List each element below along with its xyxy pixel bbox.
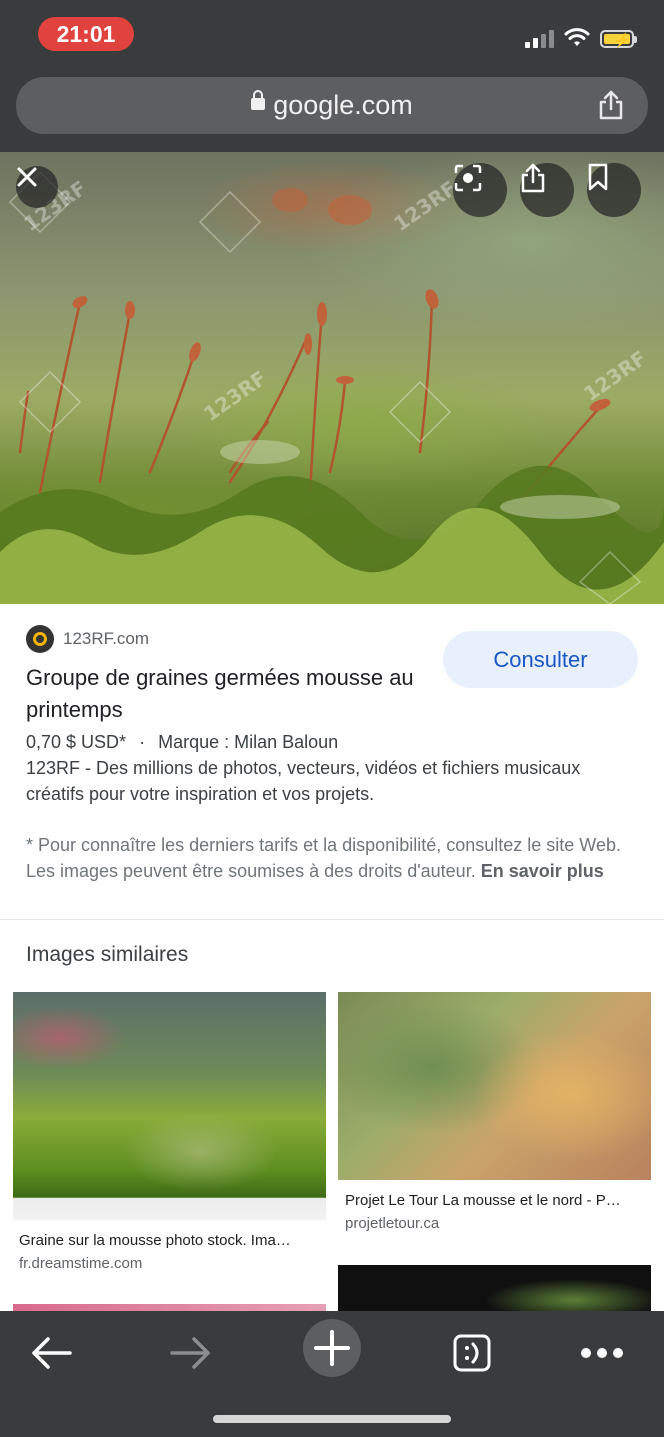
result-description: 123RF - Des millions de photos, vecteurs… xyxy=(26,758,581,804)
similar-image-card[interactable]: Graine sur la mousse photo stock. Ima… f… xyxy=(13,992,326,1272)
similar-image-domain: fr.dreamstime.com xyxy=(19,1255,143,1272)
similar-image-caption: Projet Le Tour La mousse et le nord - P… xyxy=(345,1192,621,1209)
close-button[interactable] xyxy=(16,166,58,208)
tab-switcher-button[interactable] xyxy=(442,1323,502,1383)
source-logo-icon xyxy=(26,625,54,653)
battery-icon: ⚡ xyxy=(600,30,637,48)
bottom-toolbar xyxy=(0,1311,664,1437)
share-icon[interactable] xyxy=(596,89,626,121)
forward-arrow-icon xyxy=(170,1337,210,1369)
tab-switcher-icon xyxy=(453,1334,491,1372)
result-title[interactable]: Groupe de graines germées mousse au prin… xyxy=(26,662,426,726)
learn-more-link[interactable]: En savoir plus xyxy=(481,861,604,881)
bookmark-icon xyxy=(588,163,608,191)
disclaimer: * Pour connaître les derniers tarifs et … xyxy=(26,832,636,884)
moss-sprouts-illustration: 123RF 123RF 123RF 123RF xyxy=(0,170,664,604)
svg-text:123RF: 123RF xyxy=(389,176,461,236)
similar-image-thumbnail[interactable] xyxy=(338,992,651,1180)
bookmark-button[interactable] xyxy=(587,163,641,217)
url-bar[interactable]: google.com xyxy=(16,77,648,134)
svg-text:123RF: 123RF xyxy=(579,346,651,406)
lens-button[interactable] xyxy=(453,163,507,217)
similar-image-domain: projetletour.ca xyxy=(345,1215,440,1232)
consult-button[interactable]: Consulter xyxy=(443,631,638,688)
result-meta: 0,70 $ USD* · Marque : Milan Baloun xyxy=(26,730,338,754)
back-arrow-icon xyxy=(32,1337,72,1369)
back-button[interactable] xyxy=(21,1323,81,1383)
top-chrome: 21:01 ⚡ google.com xyxy=(0,0,664,152)
more-menu-icon xyxy=(581,1348,623,1358)
more-menu-button[interactable] xyxy=(572,1323,632,1383)
forward-button[interactable] xyxy=(161,1323,221,1383)
status-icons: ⚡ xyxy=(525,28,637,48)
similar-image-card[interactable]: Projet Le Tour La mousse et le nord - P…… xyxy=(338,992,651,1232)
url-text: google.com xyxy=(273,90,413,120)
new-tab-button[interactable] xyxy=(303,1319,361,1377)
price: 0,70 $ USD* xyxy=(26,732,127,752)
wifi-icon xyxy=(564,28,590,46)
home-indicator[interactable] xyxy=(213,1415,451,1423)
status-time: 21:01 xyxy=(38,17,134,51)
share-button[interactable] xyxy=(520,163,574,217)
hero-image[interactable]: 123RF 123RF 123RF 123RF xyxy=(0,152,664,604)
source-name: 123RF.com xyxy=(63,629,149,648)
meta-separator: · xyxy=(139,732,146,752)
share-icon xyxy=(521,163,545,193)
similar-images-heading: Images similaires xyxy=(26,943,189,966)
new-tab-plus-icon xyxy=(314,1330,350,1366)
brand: Marque : Milan Baloun xyxy=(158,732,339,752)
lock-icon xyxy=(251,89,266,110)
close-icon xyxy=(17,167,37,187)
similar-image-thumbnail[interactable] xyxy=(13,992,326,1220)
svg-text:123RF: 123RF xyxy=(199,366,271,426)
similar-image-caption: Graine sur la mousse photo stock. Ima… xyxy=(19,1232,291,1249)
cellular-signal-icon xyxy=(525,28,554,48)
lens-icon xyxy=(454,164,482,192)
similar-image-card-partial[interactable] xyxy=(338,1265,651,1315)
result-info-panel: 123RF.com Consulter Groupe de graines ge… xyxy=(0,604,664,920)
source-row[interactable]: 123RF.com xyxy=(26,625,149,653)
